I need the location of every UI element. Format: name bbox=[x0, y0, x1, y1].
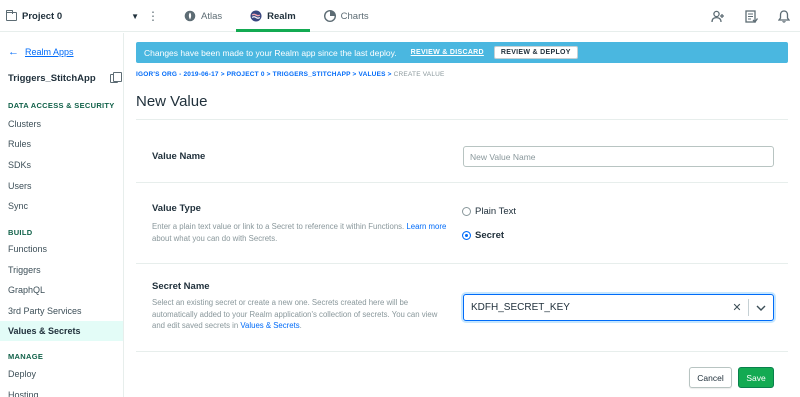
atlas-leaf-icon bbox=[184, 10, 196, 22]
section-data-access-security: DATA ACCESS & SECURITY bbox=[8, 101, 115, 110]
sidebar-item-triggers[interactable]: Triggers bbox=[0, 260, 123, 280]
invite-user-icon[interactable] bbox=[711, 10, 725, 23]
radio-secret[interactable]: Secret bbox=[462, 230, 504, 241]
project-name: Project 0 bbox=[22, 10, 63, 22]
sidebar-item-clusters[interactable]: Clusters bbox=[0, 114, 123, 134]
sidebar-item-sdks[interactable]: SDKs bbox=[0, 155, 123, 175]
radio-unchecked-icon bbox=[462, 207, 471, 216]
banner-message: Changes have been made to your Realm app… bbox=[144, 47, 397, 58]
value-type-desc-text-end: about what you can do with Secrets. bbox=[152, 233, 278, 243]
secret-name-select[interactable]: KDFH_SECRET_KEY ✕ bbox=[463, 294, 774, 321]
breadcrumb: IGOR'S ORG - 2019-06-17 > PROJECT 0 > TR… bbox=[136, 71, 445, 78]
sidebar-item-values-secrets[interactable]: Values & Secrets bbox=[0, 321, 123, 341]
copy-icon[interactable] bbox=[110, 72, 122, 83]
tab-realm[interactable]: Realm bbox=[236, 0, 310, 32]
arrow-left-icon: ← bbox=[8, 46, 19, 58]
chevron-down-icon[interactable] bbox=[749, 305, 773, 311]
clear-icon[interactable]: ✕ bbox=[726, 301, 748, 314]
value-type-label: Value Type bbox=[152, 203, 201, 214]
page-title: New Value bbox=[136, 93, 208, 110]
tab-charts-label: Charts bbox=[340, 10, 369, 22]
sidebar-item-users[interactable]: Users bbox=[0, 176, 123, 196]
top-bar: Project 0 ▼ ⋮ Atlas Realm Charts bbox=[0, 0, 800, 32]
caret-down-icon: ▼ bbox=[131, 11, 139, 21]
tab-atlas-label: Atlas bbox=[201, 10, 223, 22]
radio-plain-text-label: Plain Text bbox=[475, 206, 517, 217]
sidebar-item-hosting[interactable]: Hosting bbox=[0, 385, 123, 397]
secret-name-label: Secret Name bbox=[152, 281, 210, 292]
tab-atlas[interactable]: Atlas bbox=[170, 0, 236, 32]
value-name-label: Value Name bbox=[152, 151, 206, 162]
tab-realm-label: Realm bbox=[267, 10, 296, 22]
value-type-row: Value Type Enter a plain text value or l… bbox=[136, 183, 788, 264]
charts-icon bbox=[323, 10, 336, 22]
product-tabs: Atlas Realm Charts bbox=[170, 0, 383, 32]
tab-charts[interactable]: Charts bbox=[310, 0, 383, 32]
app-name-row: Triggers_StitchApp bbox=[8, 72, 122, 84]
kebab-menu-icon[interactable]: ⋮ bbox=[147, 9, 159, 23]
deploy-changes-banner: Changes have been made to your Realm app… bbox=[136, 42, 788, 63]
cancel-button[interactable]: Cancel bbox=[689, 367, 732, 388]
sidebar-item-deploy[interactable]: Deploy bbox=[0, 364, 123, 384]
sidebar-item-graphql[interactable]: GraphQL bbox=[0, 280, 123, 300]
value-type-desc-text: Enter a plain text value or link to a Se… bbox=[152, 222, 407, 231]
secret-name-selected-value: KDFH_SECRET_KEY bbox=[471, 302, 570, 313]
project-selector[interactable]: Project 0 ▼ ⋮ bbox=[6, 0, 159, 32]
values-secrets-link[interactable]: Values & Secrets bbox=[240, 321, 299, 330]
radio-secret-label: Secret bbox=[475, 230, 505, 241]
section-manage: MANAGE bbox=[8, 352, 44, 361]
sidebar: ← Realm Apps Triggers_StitchApp DATA ACC… bbox=[0, 33, 124, 397]
top-actions bbox=[711, 0, 790, 32]
sidebar-item-3rd-party-services[interactable]: 3rd Party Services bbox=[0, 301, 123, 321]
sidebar-item-functions[interactable]: Functions bbox=[0, 239, 123, 259]
secret-name-description: Select an existing secret or create a ne… bbox=[152, 297, 450, 332]
value-name-input[interactable] bbox=[463, 146, 774, 167]
realm-icon bbox=[250, 10, 262, 22]
app-name: Triggers_StitchApp bbox=[8, 73, 96, 84]
value-type-description: Enter a plain text value or link to a Se… bbox=[152, 221, 452, 244]
bell-icon[interactable] bbox=[778, 9, 790, 23]
sidebar-item-rules[interactable]: Rules bbox=[0, 134, 123, 154]
section-build: BUILD bbox=[8, 228, 33, 237]
back-to-realm-apps-link[interactable]: ← Realm Apps bbox=[8, 46, 74, 58]
back-label: Realm Apps bbox=[25, 47, 74, 57]
breadcrumb-links[interactable]: IGOR'S ORG - 2019-06-17 > PROJECT 0 > TR… bbox=[136, 71, 392, 78]
review-deploy-button[interactable]: REVIEW & DEPLOY bbox=[493, 46, 578, 59]
secret-name-desc-text-end: . bbox=[299, 321, 302, 330]
radio-checked-icon bbox=[462, 231, 471, 240]
folder-icon bbox=[6, 9, 17, 21]
title-divider bbox=[136, 119, 788, 120]
sidebar-item-sync[interactable]: Sync bbox=[0, 196, 123, 216]
activity-feed-icon[interactable] bbox=[745, 9, 758, 23]
learn-more-link[interactable]: Learn more bbox=[406, 222, 446, 231]
save-button[interactable]: Save bbox=[738, 367, 774, 388]
review-discard-link[interactable]: REVIEW & DISCARD bbox=[411, 49, 484, 56]
radio-plain-text[interactable]: Plain Text bbox=[462, 206, 516, 217]
breadcrumb-current: CREATE VALUE bbox=[391, 71, 445, 78]
